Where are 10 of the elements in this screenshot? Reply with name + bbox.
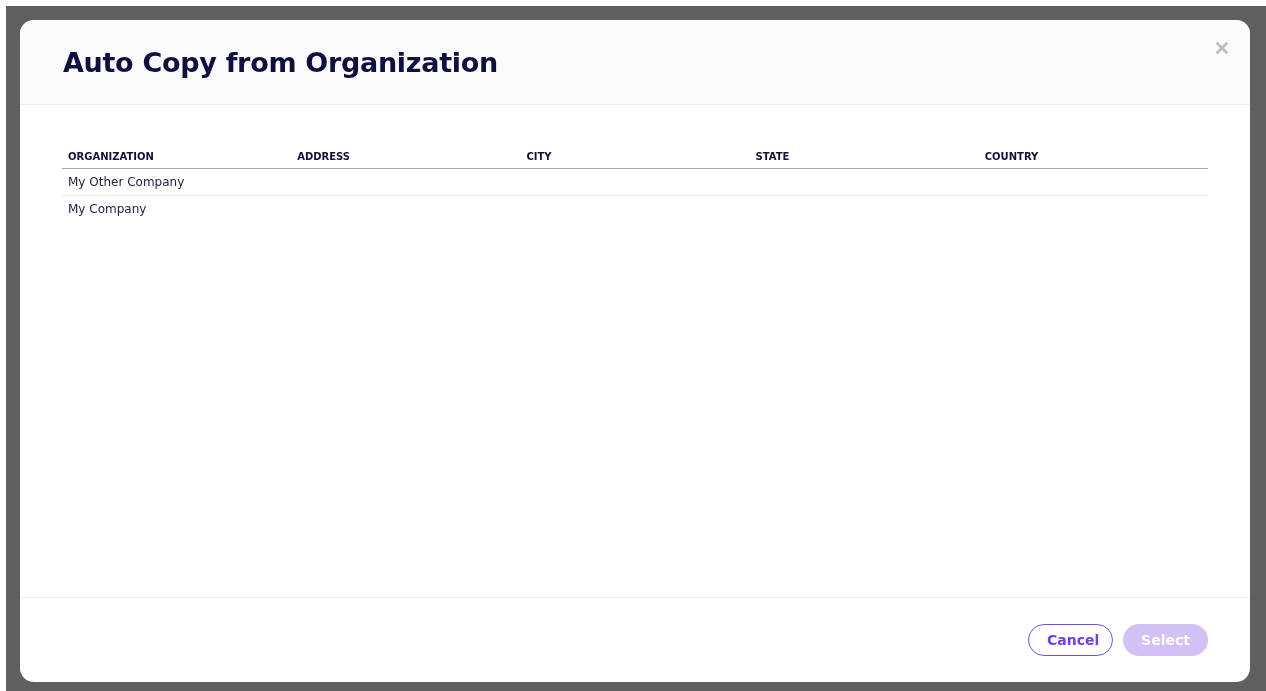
column-header: CITY bbox=[520, 151, 750, 169]
close-icon[interactable] bbox=[1216, 42, 1228, 54]
dialog-title: Auto Copy from Organization bbox=[63, 46, 498, 78]
table-cell: My Other Company bbox=[62, 168, 292, 196]
column-header: ORGANIZATION bbox=[62, 151, 292, 169]
column-header: STATE bbox=[749, 151, 979, 169]
cancel-button[interactable]: Cancel bbox=[1028, 624, 1113, 656]
table-cell: My Company bbox=[62, 195, 292, 222]
column-header: COUNTRY bbox=[978, 151, 1208, 169]
column-header: ADDRESS bbox=[291, 151, 521, 169]
